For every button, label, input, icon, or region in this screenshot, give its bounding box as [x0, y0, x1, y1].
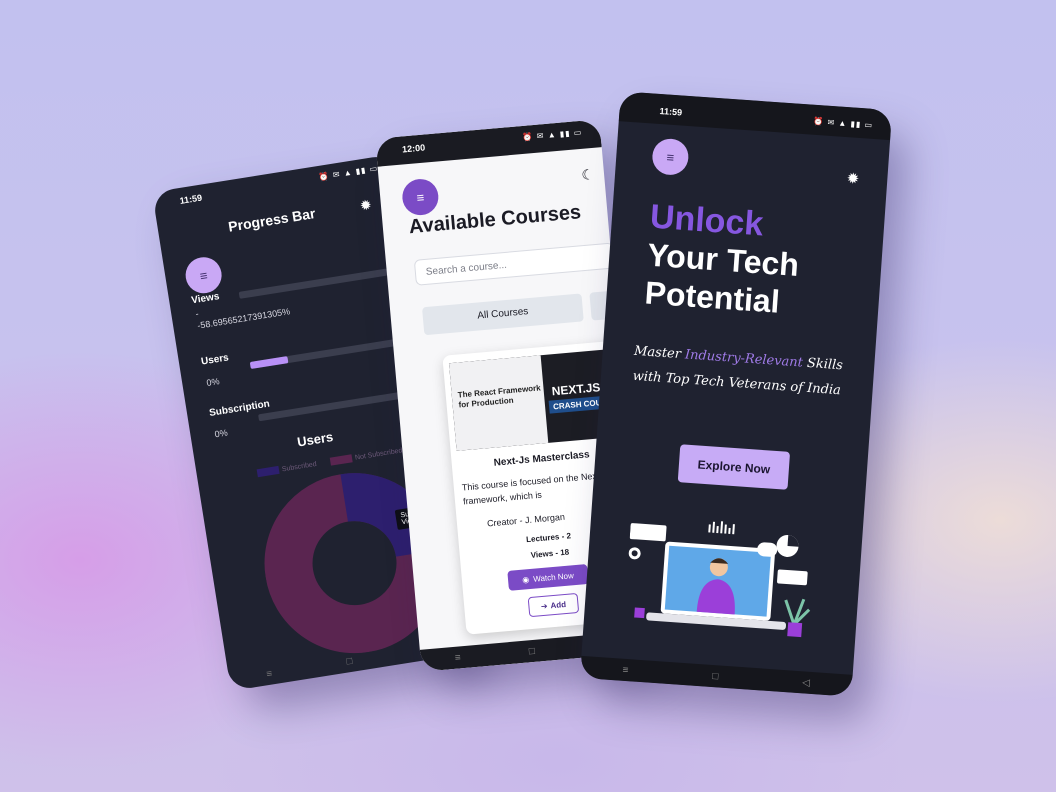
nav-home-icon[interactable]: □	[528, 645, 535, 656]
nav-bar: ≡ □ ◁	[579, 655, 853, 697]
tagline-start: Master	[633, 343, 686, 363]
legend-label: Subscribed	[281, 460, 318, 473]
add-label: Add	[550, 599, 567, 610]
legend-item-subscribed[interactable]: Subscribed	[256, 460, 318, 478]
metric-value-views: -58.69565217391305%	[196, 306, 291, 331]
page-title: Progress Bar	[227, 205, 317, 235]
progress-fill	[238, 291, 240, 299]
hero-headline: Your Tech Potential	[643, 236, 801, 320]
progress-fill	[258, 414, 260, 422]
video-call-illustration	[628, 521, 811, 638]
status-time: 11:59	[659, 105, 683, 118]
progress-bar-users	[249, 338, 400, 369]
gear-icon[interactable]: ✹	[846, 169, 860, 188]
menu-icon: ≡	[415, 189, 425, 205]
metric-dash: -	[194, 308, 200, 319]
arrow-right-icon: ➔	[540, 601, 548, 611]
legend-label: Not Subscribed	[354, 446, 403, 462]
menu-button[interactable]: ≡	[183, 254, 225, 296]
status-bar: 12:00 ⏰ ✉ ▲ ▮▮ ▭	[375, 119, 602, 167]
progress-bar-subscription	[258, 390, 408, 422]
nav-home-icon[interactable]: □	[712, 671, 719, 682]
thumb-light-panel: The React Framework for Production	[448, 355, 549, 451]
hero-phone: 11:59 ⏰ ✉ ▲ ▮▮ ▭ ≡ ✹ Unlock Your Tech Po…	[579, 91, 893, 697]
status-icons: ⏰ ✉ ▲ ▮▮ ▭	[318, 163, 379, 182]
nav-menu-icon[interactable]: ≡	[622, 664, 629, 675]
metric-label-views: Views	[190, 291, 221, 307]
legend-item-not-subscribed[interactable]: Not Subscribed	[329, 446, 403, 466]
nav-menu-icon[interactable]: ≡	[454, 652, 461, 663]
status-icons: ⏰ ✉ ▲ ▮▮ ▭	[522, 127, 583, 142]
menu-icon: ≡	[198, 267, 209, 284]
menu-button[interactable]: ≡	[400, 177, 440, 217]
metric-label-users: Users	[200, 352, 230, 368]
tab-all-courses[interactable]: All Courses	[421, 293, 584, 336]
moon-icon[interactable]: ☾	[581, 166, 595, 184]
nav-home-icon[interactable]: □	[345, 655, 353, 667]
status-bar: 11:59 ⏰ ✉ ▲ ▮▮ ▭	[618, 91, 893, 141]
legend-swatch	[329, 454, 353, 466]
status-time: 11:59	[178, 192, 203, 206]
search-input[interactable]: Search a course...	[413, 242, 616, 286]
gear-icon[interactable]: ✹	[359, 196, 373, 215]
legend-swatch	[256, 465, 280, 478]
menu-button[interactable]: ≡	[651, 137, 690, 177]
progress-fill	[249, 356, 288, 369]
status-icons: ⏰ ✉ ▲ ▮▮ ▭	[813, 116, 874, 130]
eye-icon: ◉	[521, 574, 530, 585]
thumb-title: NEXT.JS	[551, 380, 601, 399]
nav-menu-icon[interactable]: ≡	[266, 668, 273, 680]
tagline-highlight: Industry-Relevant	[684, 347, 804, 371]
hero-tagline: Master Industry-Relevant Skills with Top…	[622, 338, 853, 404]
status-time: 12:00	[401, 142, 426, 155]
thumb-caption: The React Framework for Production	[457, 383, 541, 410]
course-creator: Creator - J. Morgan	[486, 511, 566, 529]
explore-now-button[interactable]: Explore Now	[677, 444, 791, 490]
metric-value-users: 0%	[205, 376, 221, 389]
add-button[interactable]: ➔ Add	[527, 592, 580, 618]
menu-icon: ≡	[666, 149, 675, 165]
watch-label: Watch Now	[532, 570, 575, 584]
nav-back-icon[interactable]: ◁	[802, 677, 810, 689]
metric-value-subscription: 0%	[213, 427, 229, 440]
progress-bar-views	[238, 268, 388, 299]
watch-now-button[interactable]: ◉ Watch Now	[507, 563, 589, 591]
